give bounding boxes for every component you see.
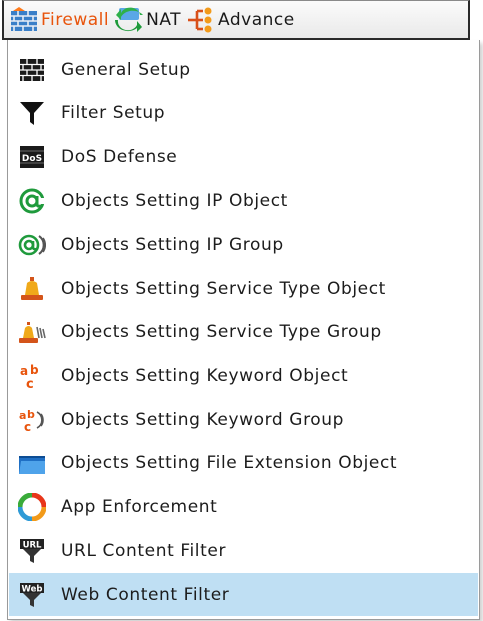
menu-item-service-type-object[interactable]: Objects Setting Service Type Object xyxy=(9,267,478,310)
abc-icon: a b c xyxy=(18,362,46,390)
firewall-bricks-icon xyxy=(10,6,38,33)
bell-group-icon xyxy=(18,318,46,346)
menu-item-label: Objects Setting Keyword Object xyxy=(61,365,349,386)
svg-text:URL: URL xyxy=(23,540,42,550)
svg-text:b: b xyxy=(30,363,39,377)
menu-item-label: Filter Setup xyxy=(61,102,166,123)
svg-text:a: a xyxy=(20,364,28,378)
dos-icon: DoS xyxy=(18,143,46,171)
firewall-dropdown-menu: General Setup Filter Setup DoS DoS Defen… xyxy=(7,40,480,620)
brick-wall-icon xyxy=(18,56,46,84)
menu-item-label: Objects Setting IP Group xyxy=(61,234,284,255)
menu-item-keyword-object[interactable]: a b c Objects Setting Keyword Object xyxy=(9,354,478,397)
menu-nat[interactable]: NAT xyxy=(115,1,181,38)
svg-text:c: c xyxy=(24,420,31,434)
menu-item-label: Objects Setting Service Type Object xyxy=(61,278,386,299)
svg-text:c: c xyxy=(26,377,34,390)
menu-item-label: General Setup xyxy=(61,59,191,80)
advance-network-icon xyxy=(187,7,215,33)
url-icon: URL xyxy=(18,537,46,565)
menu-item-file-extension-object[interactable]: Objects Setting File Extension Object xyxy=(9,441,478,484)
menu-item-label: Objects Setting Keyword Group xyxy=(61,409,345,430)
menu-item-filter-setup[interactable]: Filter Setup xyxy=(9,91,478,134)
abc-group-icon: a b c xyxy=(18,406,46,434)
bell-icon xyxy=(18,275,46,303)
menu-firewall-label: Firewall xyxy=(41,9,110,30)
menu-item-ip-group[interactable]: Objects Setting IP Group xyxy=(9,223,478,266)
firewall-menu-screen: Firewall NAT Advance General Setup Filte… xyxy=(0,0,483,621)
menu-item-label: App Enforcement xyxy=(61,496,218,517)
folder-icon xyxy=(18,449,46,477)
menu-item-label: Objects Setting File Extension Object xyxy=(61,452,398,473)
menu-item-keyword-group[interactable]: a b c Objects Setting Keyword Group xyxy=(9,398,478,441)
menu-item-label: Objects Setting IP Object xyxy=(61,190,288,211)
menu-item-label: Objects Setting Service Type Group xyxy=(61,321,382,342)
menu-item-service-type-group[interactable]: Objects Setting Service Type Group xyxy=(9,310,478,353)
at-sign-group-icon xyxy=(18,231,46,259)
web-icon: Web xyxy=(18,581,46,609)
svg-text:DoS: DoS xyxy=(22,154,42,164)
at-sign-icon xyxy=(18,187,46,215)
svg-text:Web: Web xyxy=(22,584,43,594)
menu-item-general-setup[interactable]: General Setup xyxy=(9,48,478,91)
menu-item-app-enforcement[interactable]: App Enforcement xyxy=(9,485,478,528)
nat-arrows-icon xyxy=(115,7,144,33)
app-ring-icon xyxy=(18,492,46,521)
menu-item-label: URL Content Filter xyxy=(61,540,227,561)
menu-advance[interactable]: Advance xyxy=(187,1,295,38)
menu-item-label: Web Content Filter xyxy=(61,584,230,605)
menu-item-web-content-filter[interactable]: Web Web Content Filter xyxy=(9,573,478,616)
funnel-icon xyxy=(18,99,46,127)
top-menu-bar: Firewall NAT Advance xyxy=(2,0,470,40)
menu-item-ip-object[interactable]: Objects Setting IP Object xyxy=(9,179,478,222)
menu-item-url-content-filter[interactable]: URL URL Content Filter xyxy=(9,529,478,572)
menu-item-dos-defense[interactable]: DoS DoS Defense xyxy=(9,135,478,178)
menu-firewall[interactable]: Firewall xyxy=(10,1,109,38)
menu-nat-label: NAT xyxy=(146,9,182,30)
menu-item-label: DoS Defense xyxy=(61,146,178,167)
menu-advance-label: Advance xyxy=(218,9,295,30)
